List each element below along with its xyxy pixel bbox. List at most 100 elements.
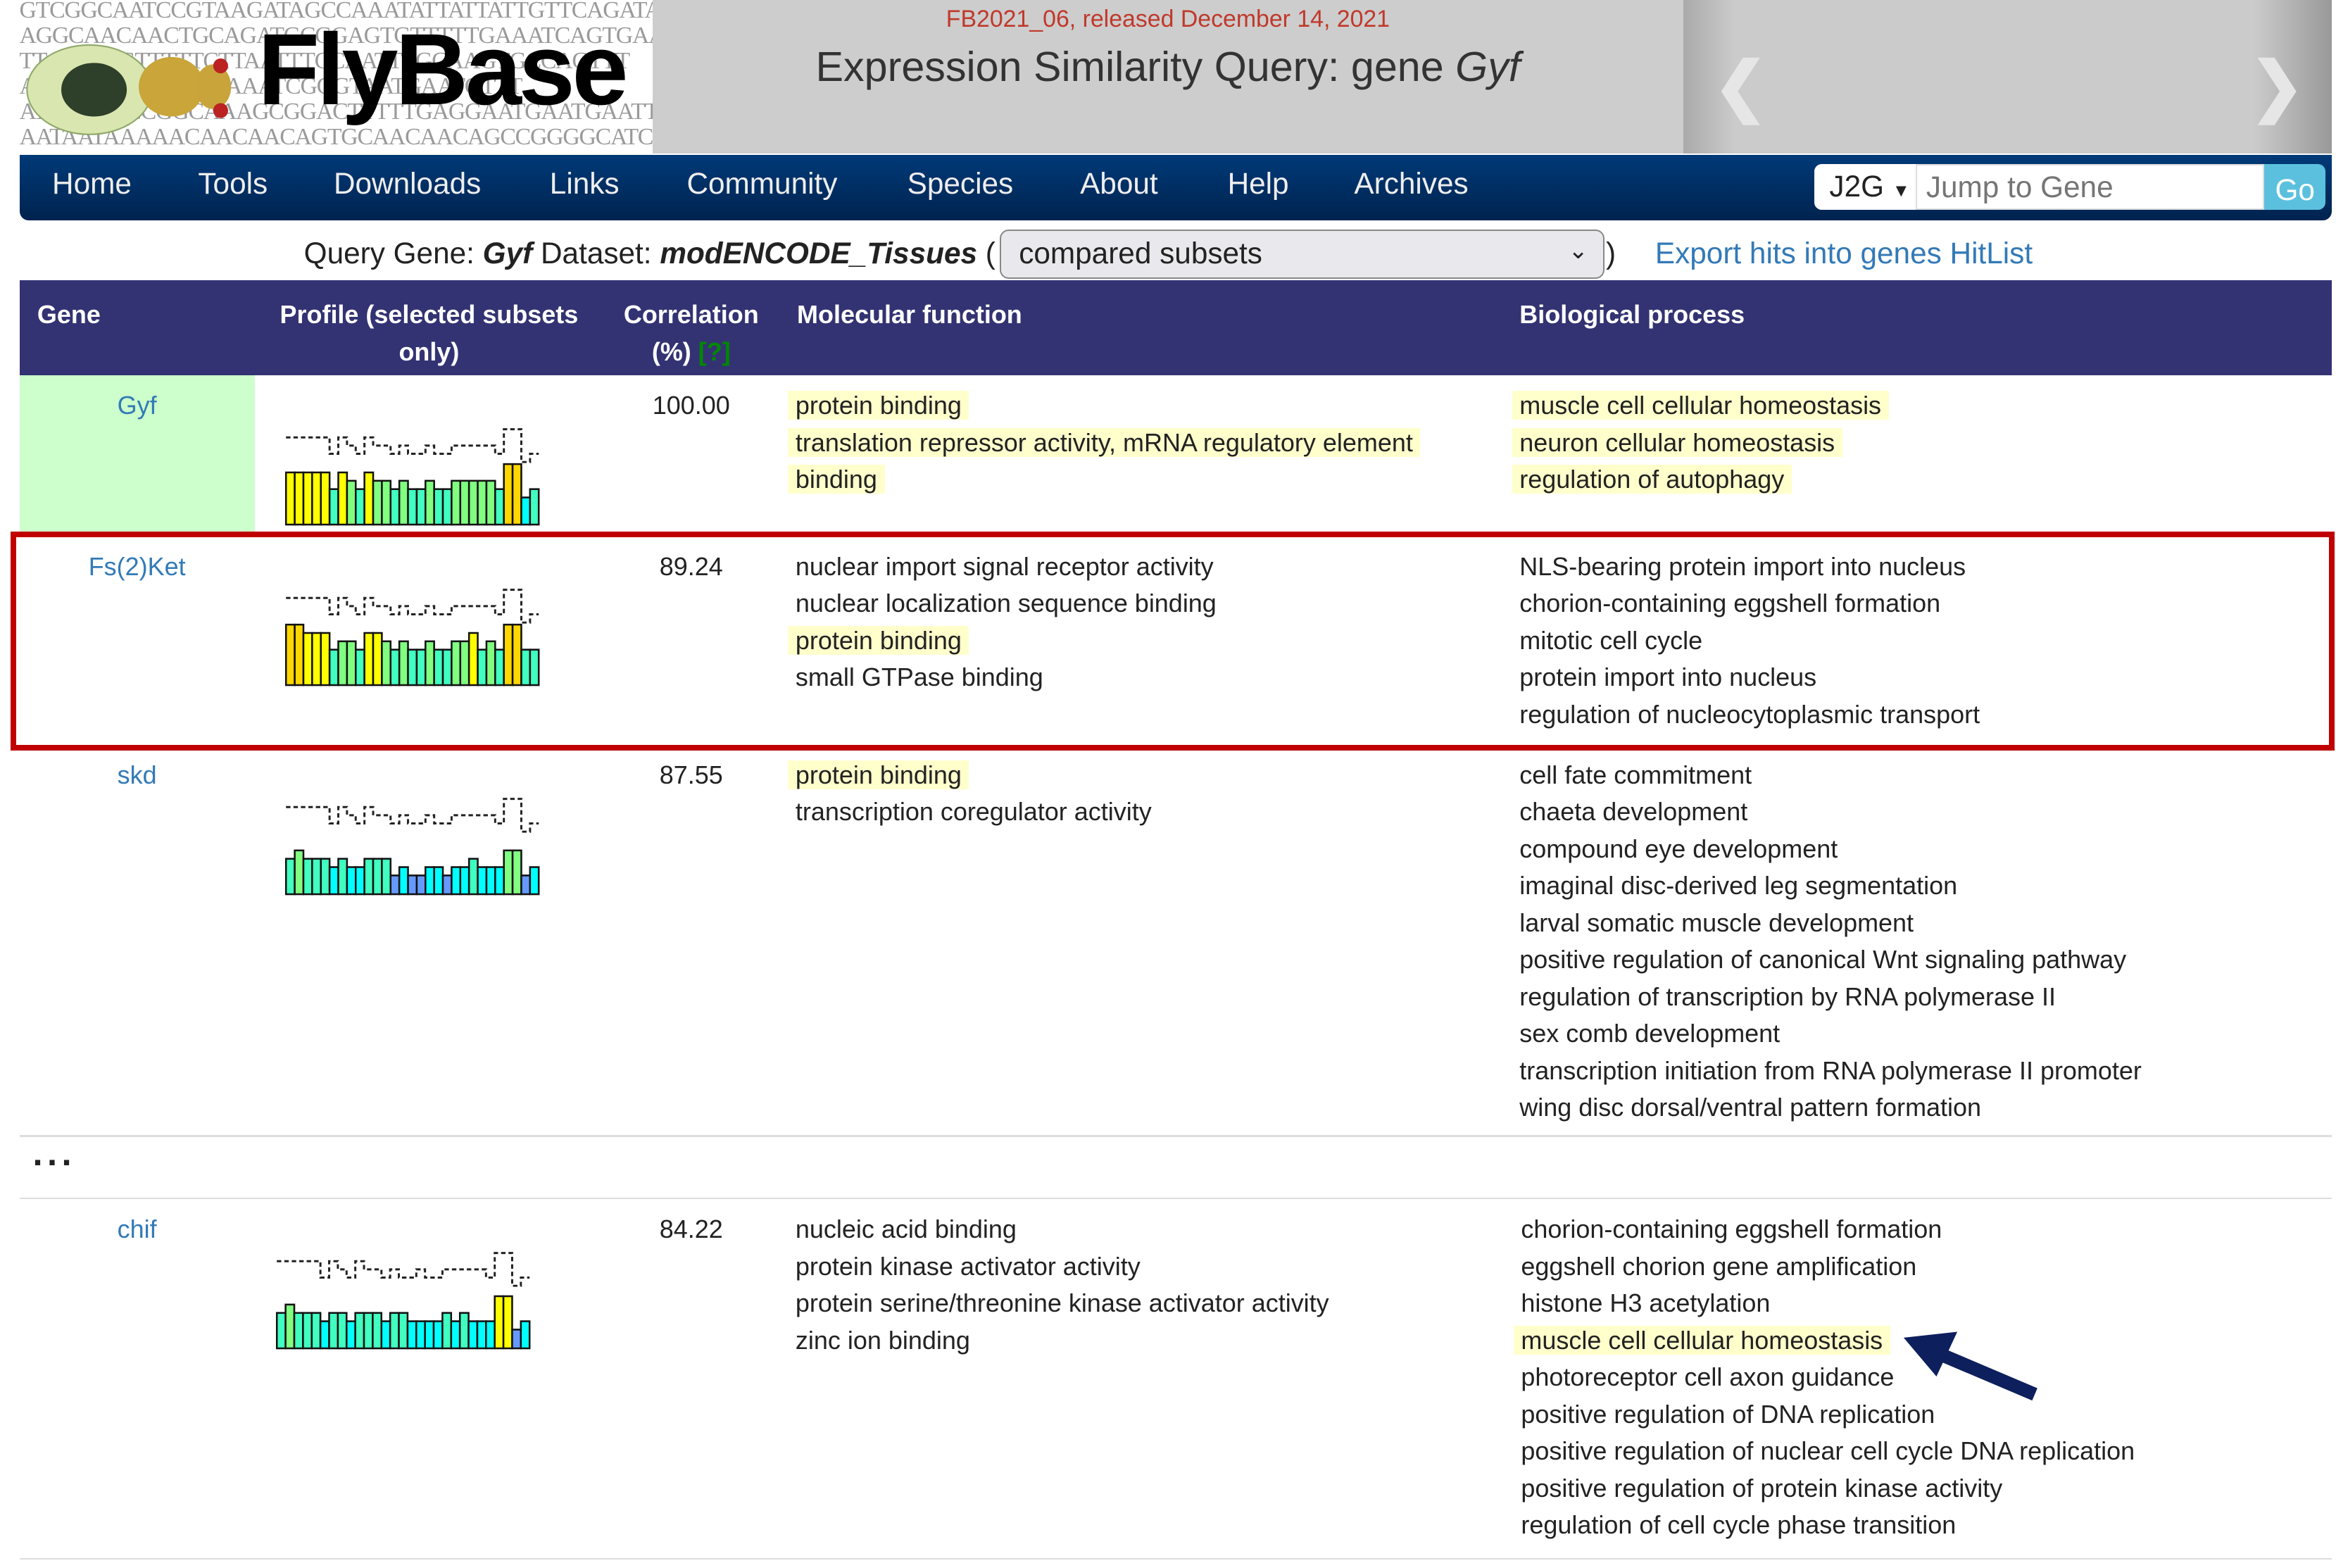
- profile-bar: [441, 1312, 453, 1350]
- profile-bar: [477, 479, 488, 526]
- biological-process-term[interactable]: transcription initiation from RNA polyme…: [1519, 1053, 2142, 1089]
- biological-process-term[interactable]: regulation of cell cycle phase transitio…: [1521, 1507, 2135, 1543]
- molecular-function-term[interactable]: protein binding: [788, 757, 1152, 794]
- profile-bar: [328, 865, 339, 895]
- biological-process-term[interactable]: chaeta development: [1519, 794, 2142, 830]
- chevron-right-icon[interactable]: ❯: [2249, 48, 2304, 124]
- divider: [19, 1135, 2332, 1137]
- profile-bar: [511, 849, 522, 895]
- profile-bar: [389, 874, 401, 895]
- profile-bar: [476, 1320, 487, 1350]
- profile-bar: [398, 865, 409, 895]
- go-button[interactable]: Go: [2264, 163, 2326, 211]
- nav-home[interactable]: Home: [52, 167, 132, 201]
- nav-tools[interactable]: Tools: [198, 167, 268, 201]
- profile-bar: [372, 857, 383, 895]
- nav-downloads[interactable]: Downloads: [334, 167, 481, 201]
- biological-process-term[interactable]: imaginal disc-derived leg segmentation: [1519, 867, 2142, 904]
- arrow-annotation-icon: [1904, 1331, 2038, 1401]
- profile-bar: [398, 479, 409, 526]
- nav-community[interactable]: Community: [686, 167, 837, 201]
- table-row: Gyf 100.00 protein binding translation repr…: [19, 375, 2332, 532]
- biological-process-term[interactable]: compound eye development: [1519, 831, 2142, 867]
- biological-process-term[interactable]: regulation of autophagy: [1512, 461, 1888, 498]
- nav-species[interactable]: Species: [908, 167, 1014, 201]
- profile-bar: [294, 849, 305, 895]
- biological-process-term[interactable]: regulation of transcription by RNA polym…: [1519, 979, 2142, 1015]
- profile-bar: [372, 1312, 383, 1350]
- profile-bar: [451, 865, 462, 895]
- query-bar: Query Gene: Gyf Dataset: modENCODE_Tissu…: [0, 229, 2336, 280]
- page: GTCGGCAATCCGTAAGATAGCCAAATATTATTATTGTTCA…: [0, 0, 2336, 1568]
- profile-bar: [459, 479, 470, 526]
- biological-process-term[interactable]: wing disc dorsal/ventral pattern formati…: [1519, 1089, 2142, 1126]
- profile-bar: [337, 857, 348, 895]
- profile-bar: [337, 471, 348, 526]
- profile-bar: [511, 463, 522, 526]
- biological-process-term[interactable]: sex comb development: [1519, 1015, 2142, 1052]
- nav-about[interactable]: About: [1080, 167, 1158, 201]
- profile-bar: [372, 479, 383, 526]
- nav-help[interactable]: Help: [1228, 167, 1289, 201]
- molecular-function-term[interactable]: binding: [788, 461, 1421, 498]
- nav-archives[interactable]: Archives: [1354, 167, 1468, 201]
- biological-process-term[interactable]: neuron cellular homeostasis: [1512, 425, 1888, 461]
- profile-bar: [467, 479, 479, 526]
- biological-process-term[interactable]: positive regulation of protein kinase ac…: [1521, 1470, 2135, 1507]
- gene-link[interactable]: skd: [20, 757, 255, 794]
- molecular-function-term[interactable]: protein serine/threonine kinase activato…: [796, 1285, 1329, 1322]
- jump-to-gene-input[interactable]: [1916, 163, 2265, 211]
- profile-bar: [284, 857, 296, 895]
- profile-bar: [284, 471, 296, 526]
- molecular-function-term[interactable]: zinc ion binding: [796, 1322, 1329, 1359]
- profile-bar: [389, 488, 401, 526]
- export-hitlist-link[interactable]: Export hits into genes HitList: [1655, 237, 2033, 270]
- biological-process-term[interactable]: histone H3 acetylation: [1521, 1285, 2135, 1322]
- gene-link[interactable]: chif: [20, 1211, 255, 1248]
- biological-process-term[interactable]: cell fate commitment: [1519, 757, 2142, 794]
- molecular-function-term[interactable]: transcription coregulator activity: [796, 794, 1152, 830]
- divider: [19, 1198, 2332, 1200]
- profile-bar: [459, 1312, 470, 1350]
- profile-bar: [346, 865, 357, 895]
- profile-bar: [320, 471, 331, 526]
- profile-bar: [511, 1329, 522, 1350]
- chevron-down-icon: ⌄: [1568, 237, 1588, 265]
- biological-process-term[interactable]: larval somatic muscle development: [1519, 905, 2142, 941]
- chevron-left-icon[interactable]: ❮: [1713, 48, 1768, 124]
- gene-link[interactable]: Gyf: [20, 387, 255, 424]
- profile-bar: [311, 857, 322, 895]
- profile-bar: [346, 479, 357, 526]
- profile-bar: [346, 1320, 357, 1350]
- profile-bar: [485, 865, 496, 895]
- profile-bar: [302, 857, 313, 895]
- subset-select[interactable]: compared subsets ⌄: [999, 229, 1605, 279]
- profile-bar: [441, 488, 453, 526]
- nav-links[interactable]: Links: [550, 167, 620, 201]
- help-link[interactable]: [?]: [698, 337, 731, 366]
- profile-bar: [451, 479, 462, 526]
- molecular-function-term[interactable]: translation repressor activity, mRNA reg…: [788, 425, 1421, 461]
- biological-process-term[interactable]: eggshell chorion gene amplification: [1521, 1248, 2135, 1285]
- main-nav: Home Tools Downloads Links Community Species A…: [19, 155, 2332, 221]
- biological-process-term[interactable]: chorion-containing eggshell formation: [1521, 1211, 2135, 1248]
- molecular-function-term[interactable]: protein binding: [788, 387, 1421, 424]
- biological-process-list: cell fate commitment chaeta development co…: [1519, 757, 2142, 1127]
- profile-bar: [328, 1312, 339, 1350]
- profile-bar: [520, 1320, 531, 1350]
- profile-bar: [381, 857, 392, 895]
- profile-bar: [310, 1312, 322, 1350]
- highlight-box: [10, 532, 2335, 751]
- biological-process-term[interactable]: positive regulation of canonical Wnt sig…: [1519, 941, 2142, 978]
- biological-process-term[interactable]: positive regulation of nuclear cell cycl…: [1521, 1433, 2135, 1469]
- molecular-function-term[interactable]: nucleic acid binding: [796, 1211, 1329, 1248]
- profile-bar: [520, 874, 532, 895]
- molecular-function-list: protein binding transcription coregulator…: [788, 757, 1152, 831]
- flybase-logo[interactable]: GTCGGCAATCCGTAAGATAGCCAAATATTATTATTGTTCA…: [19, 0, 653, 153]
- biological-process-term[interactable]: muscle cell cellular homeostasis: [1512, 387, 1889, 424]
- profile-bar: [467, 857, 479, 895]
- molecular-function-term[interactable]: protein kinase activator activity: [796, 1248, 1329, 1285]
- profile-bar: [302, 1312, 313, 1350]
- expression-profile-chart: [284, 797, 540, 895]
- j2g-dropdown[interactable]: J2G ▼: [1814, 163, 1916, 211]
